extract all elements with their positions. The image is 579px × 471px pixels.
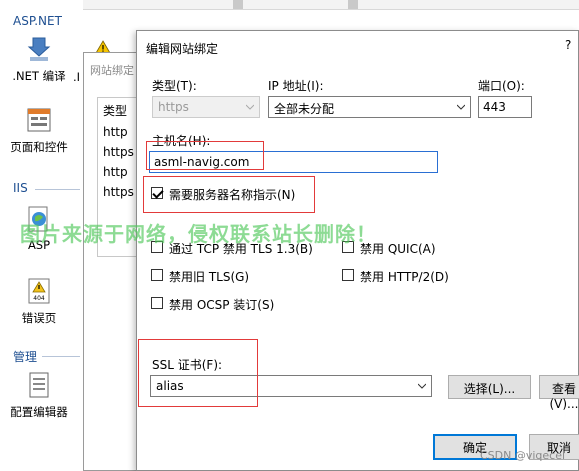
group-header-iis: IIS xyxy=(13,181,28,195)
ssl-cert-select[interactable]: alias xyxy=(150,375,432,397)
strip-icon xyxy=(348,0,358,9)
ip-address-select[interactable]: 全部未分配 xyxy=(268,96,471,118)
disable-legacy-tls-label[interactable]: 禁用旧 TLS(G) xyxy=(169,268,249,285)
type-value: https xyxy=(158,100,189,114)
hostname-label: 主机名(H): xyxy=(152,134,211,148)
chevron-down-icon xyxy=(418,383,426,389)
dialog-title: 编辑网站绑定 xyxy=(146,42,219,56)
list-item[interactable]: https xyxy=(103,145,134,159)
port-label: 端口(O): xyxy=(478,79,525,93)
ip-value: 全部未分配 xyxy=(274,102,335,116)
ssl-cert-label: SSL 证书(F): xyxy=(152,358,223,372)
background-tab-strip xyxy=(83,0,579,10)
feature-label: 页面和控件 xyxy=(10,140,68,154)
hostname-input[interactable]: asml-navig.com xyxy=(149,151,438,173)
disable-ocsp-stapling-label[interactable]: 禁用 OCSP 装订(S) xyxy=(169,296,274,313)
strip-icon xyxy=(233,0,243,9)
site-bindings-dialog: 网站绑定 类型 http https http https xyxy=(83,52,147,471)
feature-pages-controls[interactable]: 页面和控件 xyxy=(0,105,78,155)
feature-dotnet-compile[interactable]: .NET 编译 xyxy=(0,34,78,84)
ssl-cert-value: alias xyxy=(156,379,184,393)
group-header-aspnet: ASP.NET xyxy=(13,14,62,28)
view-cert-button[interactable]: 查看(V)... xyxy=(539,375,579,411)
disable-http2-checkbox[interactable] xyxy=(342,269,354,281)
column-header-type[interactable]: 类型 xyxy=(103,102,127,119)
port-input[interactable]: 443 xyxy=(478,96,532,118)
pages-controls-icon xyxy=(27,108,51,132)
feature-label: 错误页 xyxy=(21,311,57,325)
group-divider xyxy=(35,189,80,190)
list-item[interactable]: https xyxy=(103,185,134,199)
type-label: 类型(T): xyxy=(152,79,197,93)
dotnet-compile-icon xyxy=(27,37,51,61)
cut-feature-label: .I xyxy=(73,70,81,84)
group-header-manage: 管理 xyxy=(13,350,38,364)
chevron-down-icon xyxy=(246,104,254,110)
edit-binding-dialog: 编辑网站绑定 ? 类型(T): https IP 地址(I): 全部未分配 端口… xyxy=(136,30,579,471)
list-item[interactable]: http xyxy=(103,165,128,179)
disable-ocsp-stapling-checkbox[interactable] xyxy=(151,297,163,309)
ip-label: IP 地址(I): xyxy=(268,79,324,93)
dialog-title: 网站绑定 xyxy=(90,64,134,77)
error-page-icon: 404 xyxy=(28,278,50,304)
type-select[interactable]: https xyxy=(152,96,260,118)
watermark-text: 图片来源于网络，侵权联系站长删除！ xyxy=(20,222,377,246)
list-item[interactable]: http xyxy=(103,125,128,139)
feature-config-editor[interactable]: 配置编辑器 xyxy=(0,370,78,420)
feature-label: .NET 编译 xyxy=(12,69,66,83)
chevron-down-icon xyxy=(457,104,465,110)
group-divider xyxy=(42,356,80,357)
disable-http2-label[interactable]: 禁用 HTTP/2(D) xyxy=(360,268,449,285)
sni-checkbox[interactable] xyxy=(151,187,163,199)
feature-error-pages[interactable]: 404 错误页 xyxy=(0,276,78,326)
select-cert-button[interactable]: 选择(L)... xyxy=(448,375,531,399)
credit-text: CSDN @viqecel xyxy=(480,449,566,462)
svg-text:404: 404 xyxy=(33,295,45,302)
help-button[interactable]: ? xyxy=(565,38,571,52)
sni-label[interactable]: 需要服务器名称指示(N) xyxy=(169,186,295,203)
feature-label: 配置编辑器 xyxy=(10,405,68,419)
disable-legacy-tls-checkbox[interactable] xyxy=(151,269,163,281)
config-editor-icon xyxy=(29,372,49,398)
